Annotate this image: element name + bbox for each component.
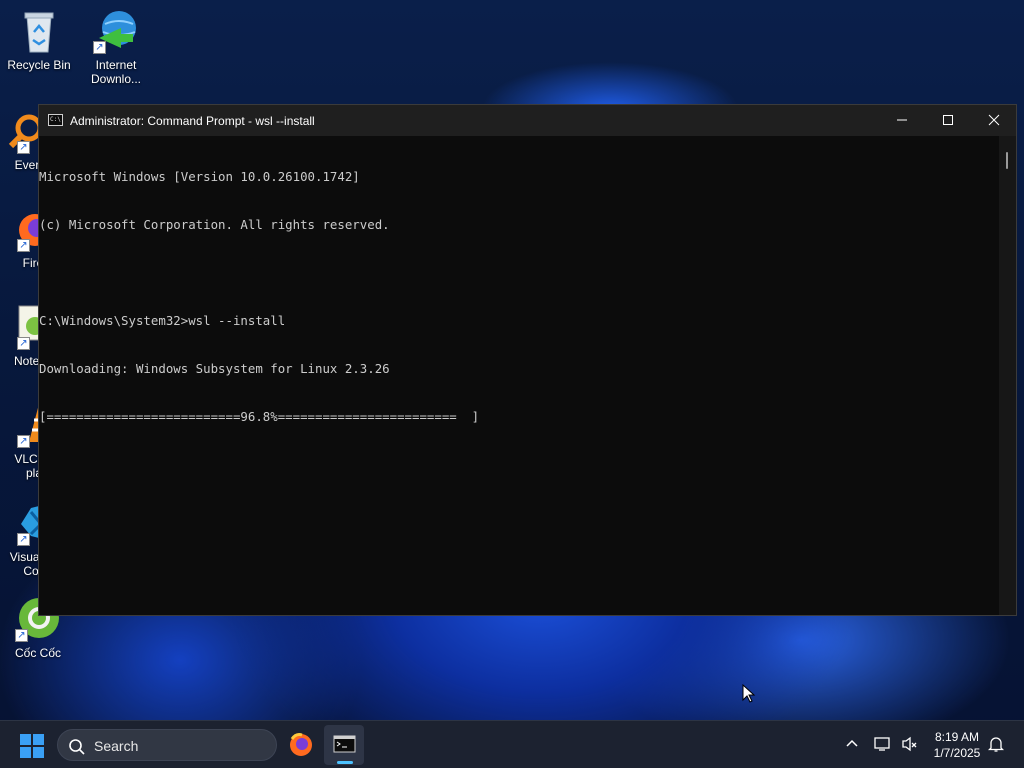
taskbar: Search 8:19 AM 1/7/2025 [0, 720, 1024, 768]
command-prompt-window[interactable]: C:\ Administrator: Command Prompt - wsl … [38, 104, 1017, 616]
active-indicator [337, 761, 353, 764]
idm-globe-icon: ↗ [93, 8, 139, 54]
maximize-button[interactable] [925, 105, 971, 136]
close-icon [988, 114, 1000, 126]
notification-bell-icon[interactable] [988, 735, 1004, 753]
desktop-icon-recycle-bin[interactable]: Recycle Bin [1, 8, 77, 72]
close-button[interactable] [971, 105, 1017, 136]
minimize-icon [897, 119, 907, 121]
terminal-icon [333, 735, 356, 753]
recycle-bin-icon [16, 8, 62, 54]
minimize-button[interactable] [879, 105, 925, 136]
console-line: Downloading: Windows Subsystem for Linux… [39, 361, 390, 376]
shortcut-arrow-icon: ↗ [17, 435, 30, 448]
console-output[interactable]: Microsoft Windows [Version 10.0.26100.17… [39, 136, 1001, 615]
shortcut-arrow-icon: ↗ [93, 41, 106, 54]
desktop-icon-label: Recycle Bin [7, 58, 71, 72]
taskbar-search-box[interactable]: Search [57, 729, 277, 761]
taskbar-command-prompt[interactable] [324, 725, 364, 765]
shortcut-arrow-icon: ↗ [15, 629, 28, 642]
clock-time: 8:19 AM [934, 730, 980, 744]
clock-date: 1/7/2025 [933, 746, 981, 760]
console-scrollbar[interactable] [999, 136, 1016, 615]
window-titlebar[interactable]: C:\ Administrator: Command Prompt - wsl … [39, 105, 1016, 136]
console-line: (c) Microsoft Corporation. All rights re… [39, 217, 390, 232]
cmd-app-icon: C:\ [48, 114, 63, 126]
search-label: Search [94, 738, 139, 754]
maximize-icon [943, 115, 953, 125]
window-title: Administrator: Command Prompt - wsl --in… [70, 114, 315, 128]
console-line: C:\Windows\System32>wsl --install [39, 313, 286, 328]
mouse-cursor-icon [742, 684, 756, 703]
taskbar-firefox[interactable] [281, 725, 321, 765]
console-line: Microsoft Windows [Version 10.0.26100.17… [39, 169, 360, 184]
shortcut-arrow-icon: ↗ [17, 141, 30, 154]
windows-logo-icon [20, 734, 31, 745]
search-icon [69, 739, 85, 755]
taskbar-clock[interactable]: 8:19 AM 1/7/2025 [928, 729, 986, 761]
chevron-up-icon[interactable] [845, 737, 859, 751]
scrollbar-thumb[interactable] [1006, 152, 1008, 169]
shortcut-arrow-icon: ↗ [17, 337, 30, 350]
desktop-icon-label: Internet Downlo... [90, 58, 142, 86]
network-icon[interactable] [874, 736, 892, 752]
shortcut-arrow-icon: ↗ [17, 533, 30, 546]
shortcut-arrow-icon: ↗ [17, 239, 30, 252]
start-button[interactable] [20, 734, 44, 758]
desktop-icon-label: Cốc Cốc [14, 646, 61, 660]
volume-muted-icon[interactable] [901, 736, 919, 752]
console-progress-line: [==========================96.8%========… [39, 409, 480, 424]
firefox-icon [290, 733, 312, 756]
desktop-icon-internet-download-manager[interactable]: ↗ Internet Downlo... [78, 8, 154, 86]
